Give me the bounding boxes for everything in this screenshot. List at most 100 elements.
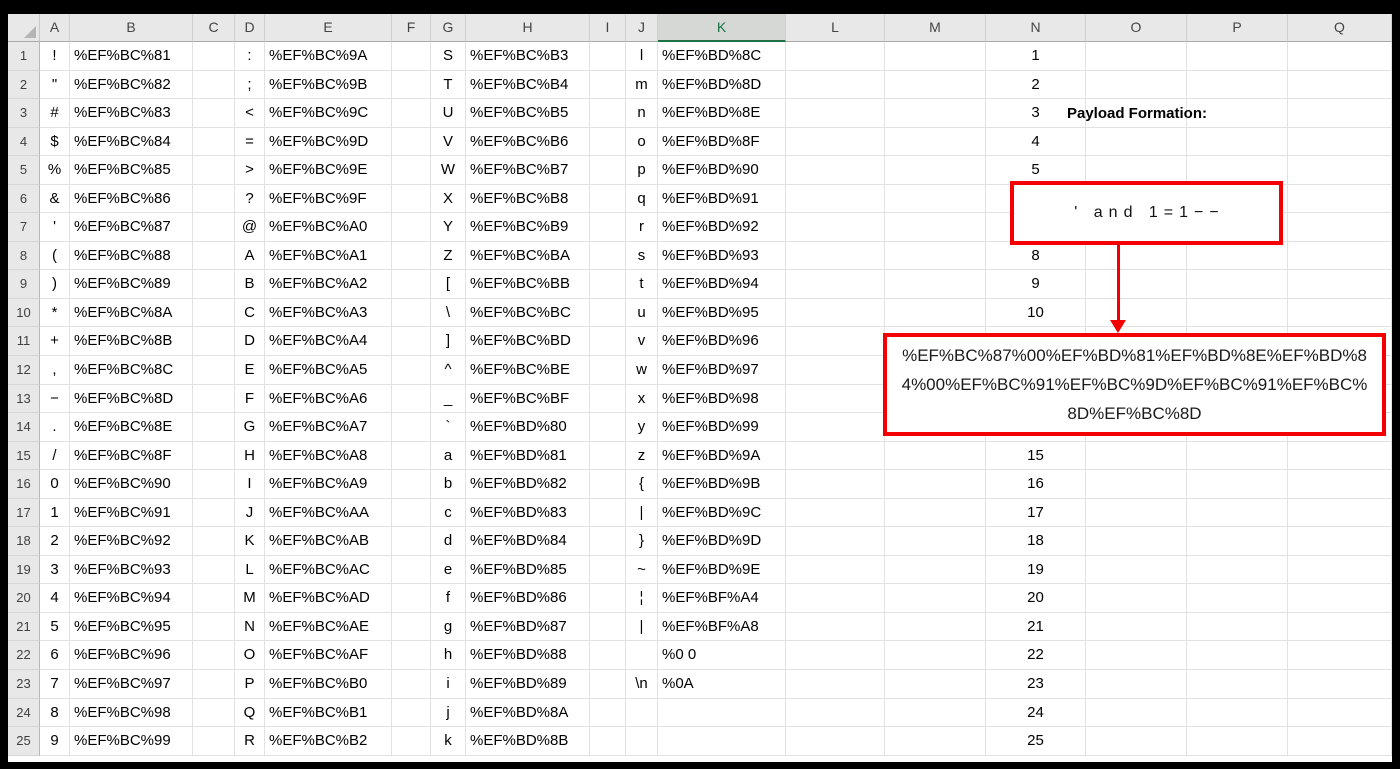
cell-C14[interactable]	[193, 413, 235, 442]
cell-E23[interactable]: %EF%BC%B0	[265, 670, 392, 699]
cell-G25[interactable]: k	[431, 727, 466, 756]
cell-M25[interactable]	[885, 727, 986, 756]
cell-O1[interactable]	[1086, 42, 1187, 71]
cell-E25[interactable]: %EF%BC%B2	[265, 727, 392, 756]
cell-A23[interactable]: 7	[40, 670, 70, 699]
cell-B9[interactable]: %EF%BC%89	[70, 270, 193, 299]
cell-A16[interactable]: 0	[40, 470, 70, 499]
cell-K6[interactable]: %EF%BD%91	[658, 184, 786, 214]
row-header-7[interactable]: 7	[8, 213, 40, 242]
cell-I22[interactable]	[590, 641, 626, 671]
cell-P15[interactable]	[1187, 441, 1288, 471]
row-header-18[interactable]: 18	[8, 527, 40, 556]
cell-K3[interactable]: %EF%BD%8E	[658, 99, 786, 128]
cell-P22[interactable]	[1187, 641, 1288, 671]
cell-D12[interactable]: E	[235, 356, 265, 385]
row-header-12[interactable]: 12	[8, 356, 40, 385]
row-header-8[interactable]: 8	[8, 241, 40, 271]
cell-C16[interactable]	[193, 470, 235, 499]
cell-I2[interactable]	[590, 70, 626, 100]
cell-K1[interactable]: %EF%BD%8C	[658, 42, 786, 71]
cell-H17[interactable]: %EF%BD%83	[466, 498, 590, 528]
cell-M18[interactable]	[885, 527, 986, 556]
cell-P4[interactable]	[1187, 127, 1288, 157]
cell-D6[interactable]: ?	[235, 184, 265, 214]
cell-H9[interactable]: %EF%BC%BB	[466, 270, 590, 299]
cell-D3[interactable]: <	[235, 99, 265, 128]
cell-A10[interactable]: *	[40, 298, 70, 328]
column-header-F[interactable]: F	[392, 14, 431, 42]
cell-F4[interactable]	[392, 127, 431, 157]
cell-G8[interactable]: Z	[431, 241, 466, 271]
cell-H7[interactable]: %EF%BC%B9	[466, 213, 590, 242]
cell-Q6[interactable]	[1288, 184, 1392, 214]
cell-H22[interactable]: %EF%BD%88	[466, 641, 590, 671]
encoded-payload-shape[interactable]: %EF%BC%87%00%EF%BD%81%EF%BD%8E%EF%BD%8 4…	[883, 333, 1386, 436]
cell-D13[interactable]: F	[235, 384, 265, 414]
cell-E15[interactable]: %EF%BC%A8	[265, 441, 392, 471]
cell-O25[interactable]	[1086, 727, 1187, 756]
column-header-N[interactable]: N	[986, 14, 1086, 42]
cell-M9[interactable]	[885, 270, 986, 299]
column-header-K[interactable]: K	[658, 14, 786, 42]
cell-M16[interactable]	[885, 470, 986, 499]
cell-K10[interactable]: %EF%BD%95	[658, 298, 786, 328]
cell-M7[interactable]	[885, 213, 986, 242]
cell-M2[interactable]	[885, 70, 986, 100]
cell-M4[interactable]	[885, 127, 986, 157]
cell-D18[interactable]: K	[235, 527, 265, 556]
cell-D17[interactable]: J	[235, 498, 265, 528]
cell-A8[interactable]: (	[40, 241, 70, 271]
cell-Q18[interactable]	[1288, 527, 1392, 556]
cell-I19[interactable]	[590, 555, 626, 585]
cell-L4[interactable]	[786, 127, 885, 157]
cell-C12[interactable]	[193, 356, 235, 385]
cell-L1[interactable]	[786, 42, 885, 71]
cell-Q7[interactable]	[1288, 213, 1392, 242]
cell-N24[interactable]: 24	[986, 698, 1086, 728]
cell-J3[interactable]: n	[626, 99, 658, 128]
cell-B17[interactable]: %EF%BC%91	[70, 498, 193, 528]
cell-C6[interactable]	[193, 184, 235, 214]
cell-N4[interactable]: 4	[986, 127, 1086, 157]
cell-Q15[interactable]	[1288, 441, 1392, 471]
cell-O17[interactable]	[1086, 498, 1187, 528]
cell-F25[interactable]	[392, 727, 431, 756]
cell-K21[interactable]: %EF%BF%A8	[658, 612, 786, 642]
cell-A17[interactable]: 1	[40, 498, 70, 528]
cell-M3[interactable]	[885, 99, 986, 128]
cell-J15[interactable]: z	[626, 441, 658, 471]
cell-C24[interactable]	[193, 698, 235, 728]
row-header-22[interactable]: 22	[8, 641, 40, 671]
cell-B10[interactable]: %EF%BC%8A	[70, 298, 193, 328]
cell-O10[interactable]	[1086, 298, 1187, 328]
row-header-16[interactable]: 16	[8, 470, 40, 499]
cell-I12[interactable]	[590, 356, 626, 385]
cell-I17[interactable]	[590, 498, 626, 528]
cell-O19[interactable]	[1086, 555, 1187, 585]
cell-Q2[interactable]	[1288, 70, 1392, 100]
cell-M22[interactable]	[885, 641, 986, 671]
cell-C18[interactable]	[193, 527, 235, 556]
cell-O2[interactable]	[1086, 70, 1187, 100]
cell-A12[interactable]: ,	[40, 356, 70, 385]
cell-A15[interactable]: /	[40, 441, 70, 471]
cell-P10[interactable]	[1187, 298, 1288, 328]
row-header-5[interactable]: 5	[8, 156, 40, 185]
cell-M8[interactable]	[885, 241, 986, 271]
row-header-24[interactable]: 24	[8, 698, 40, 728]
cell-B19[interactable]: %EF%BC%93	[70, 555, 193, 585]
cell-N21[interactable]: 21	[986, 612, 1086, 642]
cell-B21[interactable]: %EF%BC%95	[70, 612, 193, 642]
cell-N20[interactable]: 20	[986, 584, 1086, 613]
cell-A25[interactable]: 9	[40, 727, 70, 756]
cell-J24[interactable]	[626, 698, 658, 728]
cell-G13[interactable]: _	[431, 384, 466, 414]
cell-F24[interactable]	[392, 698, 431, 728]
cell-J10[interactable]: u	[626, 298, 658, 328]
cell-D21[interactable]: N	[235, 612, 265, 642]
cell-P9[interactable]	[1187, 270, 1288, 299]
cell-I6[interactable]	[590, 184, 626, 214]
cell-D8[interactable]: A	[235, 241, 265, 271]
cell-A20[interactable]: 4	[40, 584, 70, 613]
